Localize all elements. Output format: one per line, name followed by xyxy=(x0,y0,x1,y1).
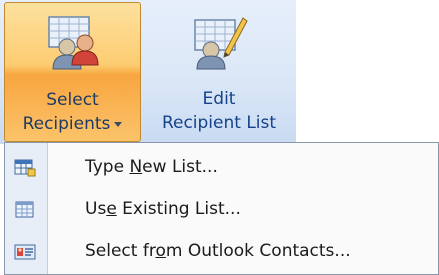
edit-recipient-list-label-line2: Recipient List xyxy=(161,113,277,133)
menu-item-type-new-list-access-key: N xyxy=(129,157,143,177)
menu-item-use-existing-list-label-a: Us xyxy=(85,199,107,219)
menu-item-type-new-list-label-b: ew List... xyxy=(142,157,218,177)
menu-item-use-existing-list-access-key: e xyxy=(106,199,117,219)
existing-list-icon xyxy=(15,201,34,218)
edit-recipient-list-icon xyxy=(194,17,248,70)
ribbon-group: Select Recipients Edit Recipient List xyxy=(0,0,296,144)
recipients-icon xyxy=(47,16,99,70)
menu-item-type-new-list-label-a: Type xyxy=(85,157,130,177)
select-recipients-label-line1: Select xyxy=(46,90,99,110)
menu-item-select-from-outlook-contacts-label-b: m Outlook Contacts... xyxy=(165,241,351,261)
menu-item-select-from-outlook-contacts-label-a: Select fr xyxy=(85,241,156,261)
menu-item-select-from-outlook-contacts[interactable]: Select from Outlook Contacts... xyxy=(5,232,438,272)
menu-item-select-from-outlook-contacts-access-key: o xyxy=(155,241,166,261)
edit-recipient-list-label-line1: Edit xyxy=(202,89,236,109)
dropdown-arrow-icon xyxy=(114,121,123,127)
menu-item-use-existing-list-label-b: Existing List... xyxy=(116,199,241,219)
select-recipients-button[interactable]: Select Recipients xyxy=(4,2,141,142)
menu-item-type-new-list[interactable]: Type New List... xyxy=(5,148,438,188)
edit-recipient-list-button[interactable]: Edit Recipient List xyxy=(144,2,294,142)
select-recipients-label-line2: Recipients xyxy=(22,114,111,134)
menu-item-use-existing-list[interactable]: Use Existing List... xyxy=(5,190,438,230)
new-list-icon xyxy=(14,159,36,177)
select-recipients-menu: Type New List... Use Existing List... Se… xyxy=(4,142,439,275)
outlook-contacts-icon xyxy=(14,244,36,260)
